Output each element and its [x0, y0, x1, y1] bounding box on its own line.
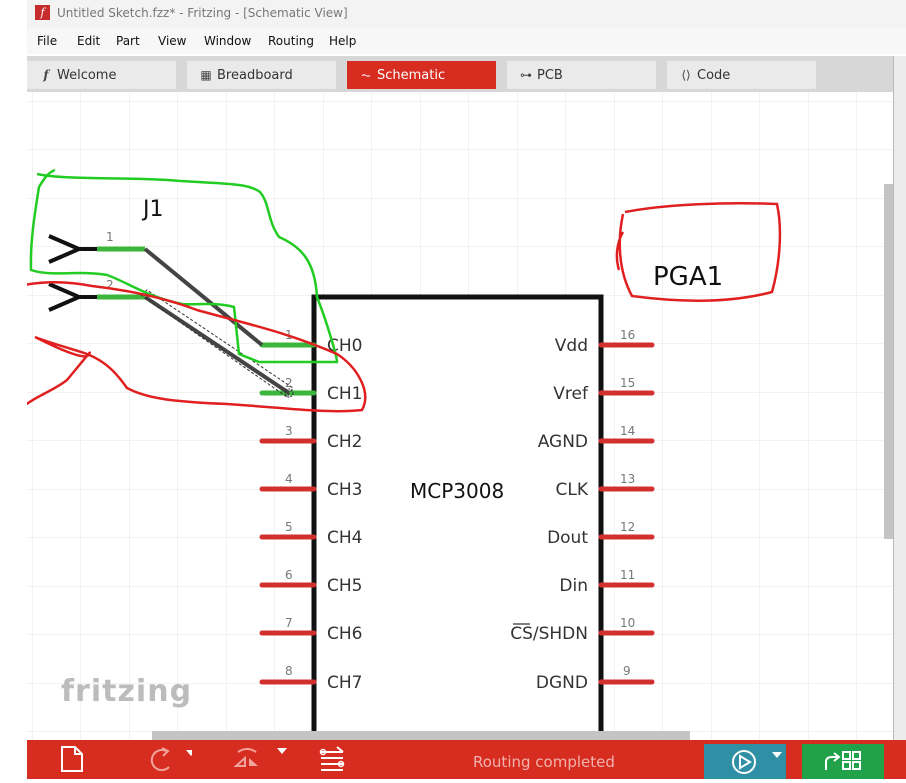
export-button[interactable] — [802, 744, 884, 779]
horizontal-scrollbar[interactable] — [152, 731, 690, 740]
pin-name: Din — [559, 576, 588, 596]
pin-number: 15 — [620, 376, 635, 390]
pga1-annotation-label: PGA1 — [653, 262, 723, 292]
pin-number: 16 — [620, 328, 635, 342]
pin-name: CH4 — [327, 528, 362, 548]
inspector-panel-edge[interactable] — [893, 56, 906, 740]
schematic-canvas[interactable]: fritzing MCP3008 1 CH0 2 CH1 3 CH2 4 CH3… — [27, 92, 893, 740]
pin-number: 6 — [285, 568, 293, 582]
pin-name: DGND — [536, 673, 588, 693]
view-tab-bar: f Welcome ▦ Breadboard ⏦ Schematic ⊶ PCB ⟨⟩ C… — [27, 56, 893, 92]
menu-routing[interactable]: Routing — [268, 34, 314, 48]
pin-number: 5 — [285, 520, 293, 534]
pin-name: Dout — [547, 528, 588, 548]
chip-name: MCP3008 — [410, 479, 504, 503]
pin-number: 9 — [623, 664, 631, 678]
menu-bar: File Edit Part View Window Routing Help — [27, 28, 906, 54]
pin-name: Vref — [553, 384, 589, 404]
export-icon — [825, 751, 861, 770]
menu-edit[interactable]: Edit — [77, 34, 100, 48]
tab-welcome[interactable]: f Welcome — [27, 61, 176, 89]
resistor-icon: ⏦ — [361, 68, 371, 82]
menu-window[interactable]: Window — [204, 34, 251, 48]
vertical-scrollbar[interactable] — [884, 184, 893, 539]
menu-file[interactable]: File — [37, 34, 57, 48]
fritzing-app-icon: f — [35, 5, 50, 20]
pin-number: 12 — [620, 520, 635, 534]
pin-number: 7 — [285, 616, 293, 630]
pin-name: CH3 — [327, 480, 362, 500]
pin-number: 14 — [620, 424, 635, 438]
new-sketch-icon[interactable] — [57, 744, 87, 774]
title-bar: f Untitled Sketch.fzz* - Fritzing - [Sch… — [27, 0, 906, 28]
menu-part[interactable]: Part — [116, 34, 140, 48]
tab-label: Code — [697, 68, 731, 83]
pcb-icon: ⊶ — [520, 68, 532, 82]
pin-name: CH2 — [327, 432, 362, 452]
left-edge-strip — [0, 0, 27, 779]
pin-number: 13 — [620, 472, 635, 486]
pin-number: 10 — [620, 616, 635, 630]
pin-name: CH1 — [327, 384, 362, 404]
pin-number: 8 — [285, 664, 293, 678]
pin-number: 1 — [106, 230, 114, 244]
autoroute-icon[interactable] — [317, 744, 349, 774]
pin-name: CS/SHDN — [510, 624, 588, 644]
tab-code[interactable]: ⟨⟩ Code — [667, 61, 816, 89]
pin-name: CLK — [556, 480, 589, 500]
tab-label: Welcome — [57, 68, 117, 83]
flip-icon[interactable] — [232, 744, 287, 774]
tab-label: Breadboard — [217, 68, 293, 83]
pin-name: Vdd — [555, 336, 588, 356]
pin-name: AGND — [538, 432, 588, 452]
menu-help[interactable]: Help — [329, 34, 356, 48]
tab-label: Schematic — [377, 68, 446, 83]
rotate-icon[interactable] — [142, 744, 196, 774]
pin-number: 3 — [285, 424, 293, 438]
pin-name: CH7 — [327, 673, 362, 693]
code-icon: ⟨⟩ — [681, 68, 691, 82]
tab-label: PCB — [537, 68, 563, 83]
tab-breadboard[interactable]: ▦ Breadboard — [187, 61, 336, 89]
menu-view[interactable]: View — [158, 34, 186, 48]
breadboard-icon: ▦ — [200, 68, 212, 82]
j1-label: J1 — [141, 197, 164, 222]
pin-number: 11 — [620, 568, 635, 582]
routing-status: Routing completed — [473, 753, 615, 771]
share-button[interactable] — [704, 744, 786, 779]
pin-name: CH5 — [327, 576, 362, 596]
pin-name: CH6 — [327, 624, 362, 644]
tab-pcb[interactable]: ⊶ PCB — [507, 61, 656, 89]
pin-number: 4 — [285, 472, 293, 486]
share-icon — [732, 750, 782, 774]
tab-schematic[interactable]: ⏦ Schematic — [347, 61, 496, 89]
fritzing-f-icon: f — [43, 68, 49, 82]
fritzing-watermark: fritzing — [61, 674, 192, 709]
window-title: Untitled Sketch.fzz* - Fritzing - [Schem… — [57, 6, 348, 20]
